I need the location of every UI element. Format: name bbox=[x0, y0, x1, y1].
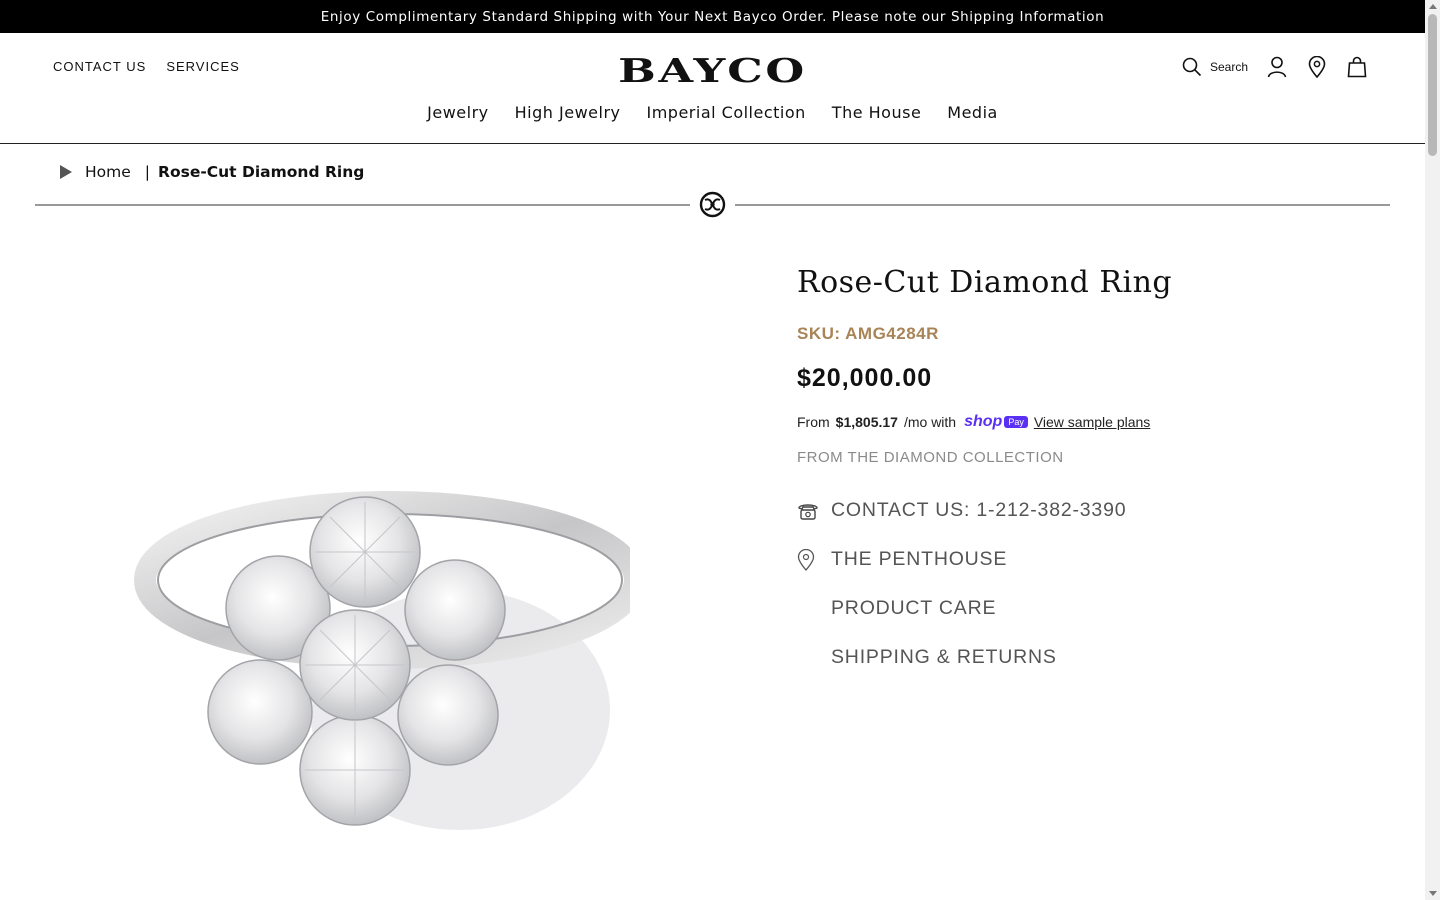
product-image-ring[interactable] bbox=[130, 490, 630, 840]
installments-suffix: /mo with bbox=[903, 414, 957, 430]
divider-left bbox=[35, 204, 690, 206]
announcement-text[interactable]: Enjoy Complimentary Standard Shipping wi… bbox=[321, 9, 1105, 25]
view-sample-plans-link[interactable]: View sample plans bbox=[1034, 414, 1150, 430]
scrollbar[interactable] bbox=[1425, 0, 1440, 900]
shop-pay-logo-shop: shop bbox=[964, 413, 1003, 430]
shopping-bag-icon[interactable] bbox=[1346, 56, 1368, 78]
announcement-bar[interactable]: Enjoy Complimentary Standard Shipping wi… bbox=[0, 0, 1425, 33]
site-header: CONTACT US SERVICES BAYCO Search Jewelry… bbox=[0, 33, 1425, 144]
search-button[interactable]: Search bbox=[1181, 56, 1248, 78]
scroll-up-arrow-icon[interactable] bbox=[1429, 4, 1437, 9]
location-pin-icon[interactable] bbox=[1306, 56, 1328, 78]
product-title: Rose-Cut Diamond Ring bbox=[797, 265, 1173, 300]
installments-prefix: From bbox=[797, 414, 830, 430]
utility-nav-right: Search bbox=[1181, 56, 1368, 78]
product-links: CONTACT US: 1-212-382-3390 THE PENTHOUSE… bbox=[797, 486, 1397, 682]
nav-imperial-collection[interactable]: Imperial Collection bbox=[646, 103, 805, 122]
the-penthouse-link[interactable]: THE PENTHOUSE bbox=[797, 535, 1397, 584]
contact-phone-link[interactable]: CONTACT US: 1-212-382-3390 bbox=[797, 486, 1397, 535]
main-nav: Jewelry High Jewelry Imperial Collection… bbox=[0, 103, 1425, 122]
scroll-down-arrow-icon[interactable] bbox=[1429, 891, 1437, 896]
breadcrumb-home-link[interactable]: Home bbox=[85, 163, 131, 181]
shipping-returns-link[interactable]: SHIPPING & RETURNS bbox=[797, 633, 1397, 682]
location-pin-icon bbox=[797, 548, 831, 571]
product-care-link[interactable]: PRODUCT CARE bbox=[797, 584, 1397, 633]
search-icon bbox=[1181, 56, 1203, 78]
installments-amount: $1,805.17 bbox=[835, 414, 898, 430]
installments-info: From $1,805.17 /mo with shop Pay View sa… bbox=[797, 413, 1397, 431]
divider-right bbox=[735, 204, 1390, 206]
product-care-label: PRODUCT CARE bbox=[831, 597, 997, 619]
product-info: Rose-Cut Diamond Ring SKU: AMG4284R $20,… bbox=[797, 265, 1397, 682]
breadcrumb: Home | Rose-Cut Diamond Ring bbox=[60, 163, 364, 181]
collection-label: FROM THE DIAMOND COLLECTION bbox=[797, 449, 1064, 466]
product-sku: SKU: AMG4284R bbox=[797, 324, 939, 343]
breadcrumb-arrow-icon bbox=[60, 165, 72, 179]
shop-pay-logo: shop Pay bbox=[964, 413, 1028, 431]
product-price: $20,000.00 bbox=[797, 364, 933, 392]
the-penthouse-label: THE PENTHOUSE bbox=[831, 548, 1008, 570]
nav-the-house[interactable]: The House bbox=[832, 103, 921, 122]
scrollbar-thumb[interactable] bbox=[1428, 14, 1437, 156]
nav-jewelry[interactable]: Jewelry bbox=[427, 103, 488, 122]
nav-media[interactable]: Media bbox=[947, 103, 998, 122]
search-label: Search bbox=[1209, 60, 1248, 74]
nav-high-jewelry[interactable]: High Jewelry bbox=[515, 103, 621, 122]
shipping-returns-label: SHIPPING & RETURNS bbox=[831, 646, 1057, 668]
telephone-icon bbox=[797, 501, 831, 521]
contact-phone-label: CONTACT US: 1-212-382-3390 bbox=[831, 499, 1127, 521]
shop-pay-logo-pay: Pay bbox=[1004, 416, 1028, 428]
breadcrumb-current: Rose-Cut Diamond Ring bbox=[158, 163, 365, 181]
breadcrumb-separator: | bbox=[144, 163, 151, 181]
account-icon[interactable] bbox=[1266, 56, 1288, 78]
brand-emblem-icon bbox=[699, 191, 726, 218]
